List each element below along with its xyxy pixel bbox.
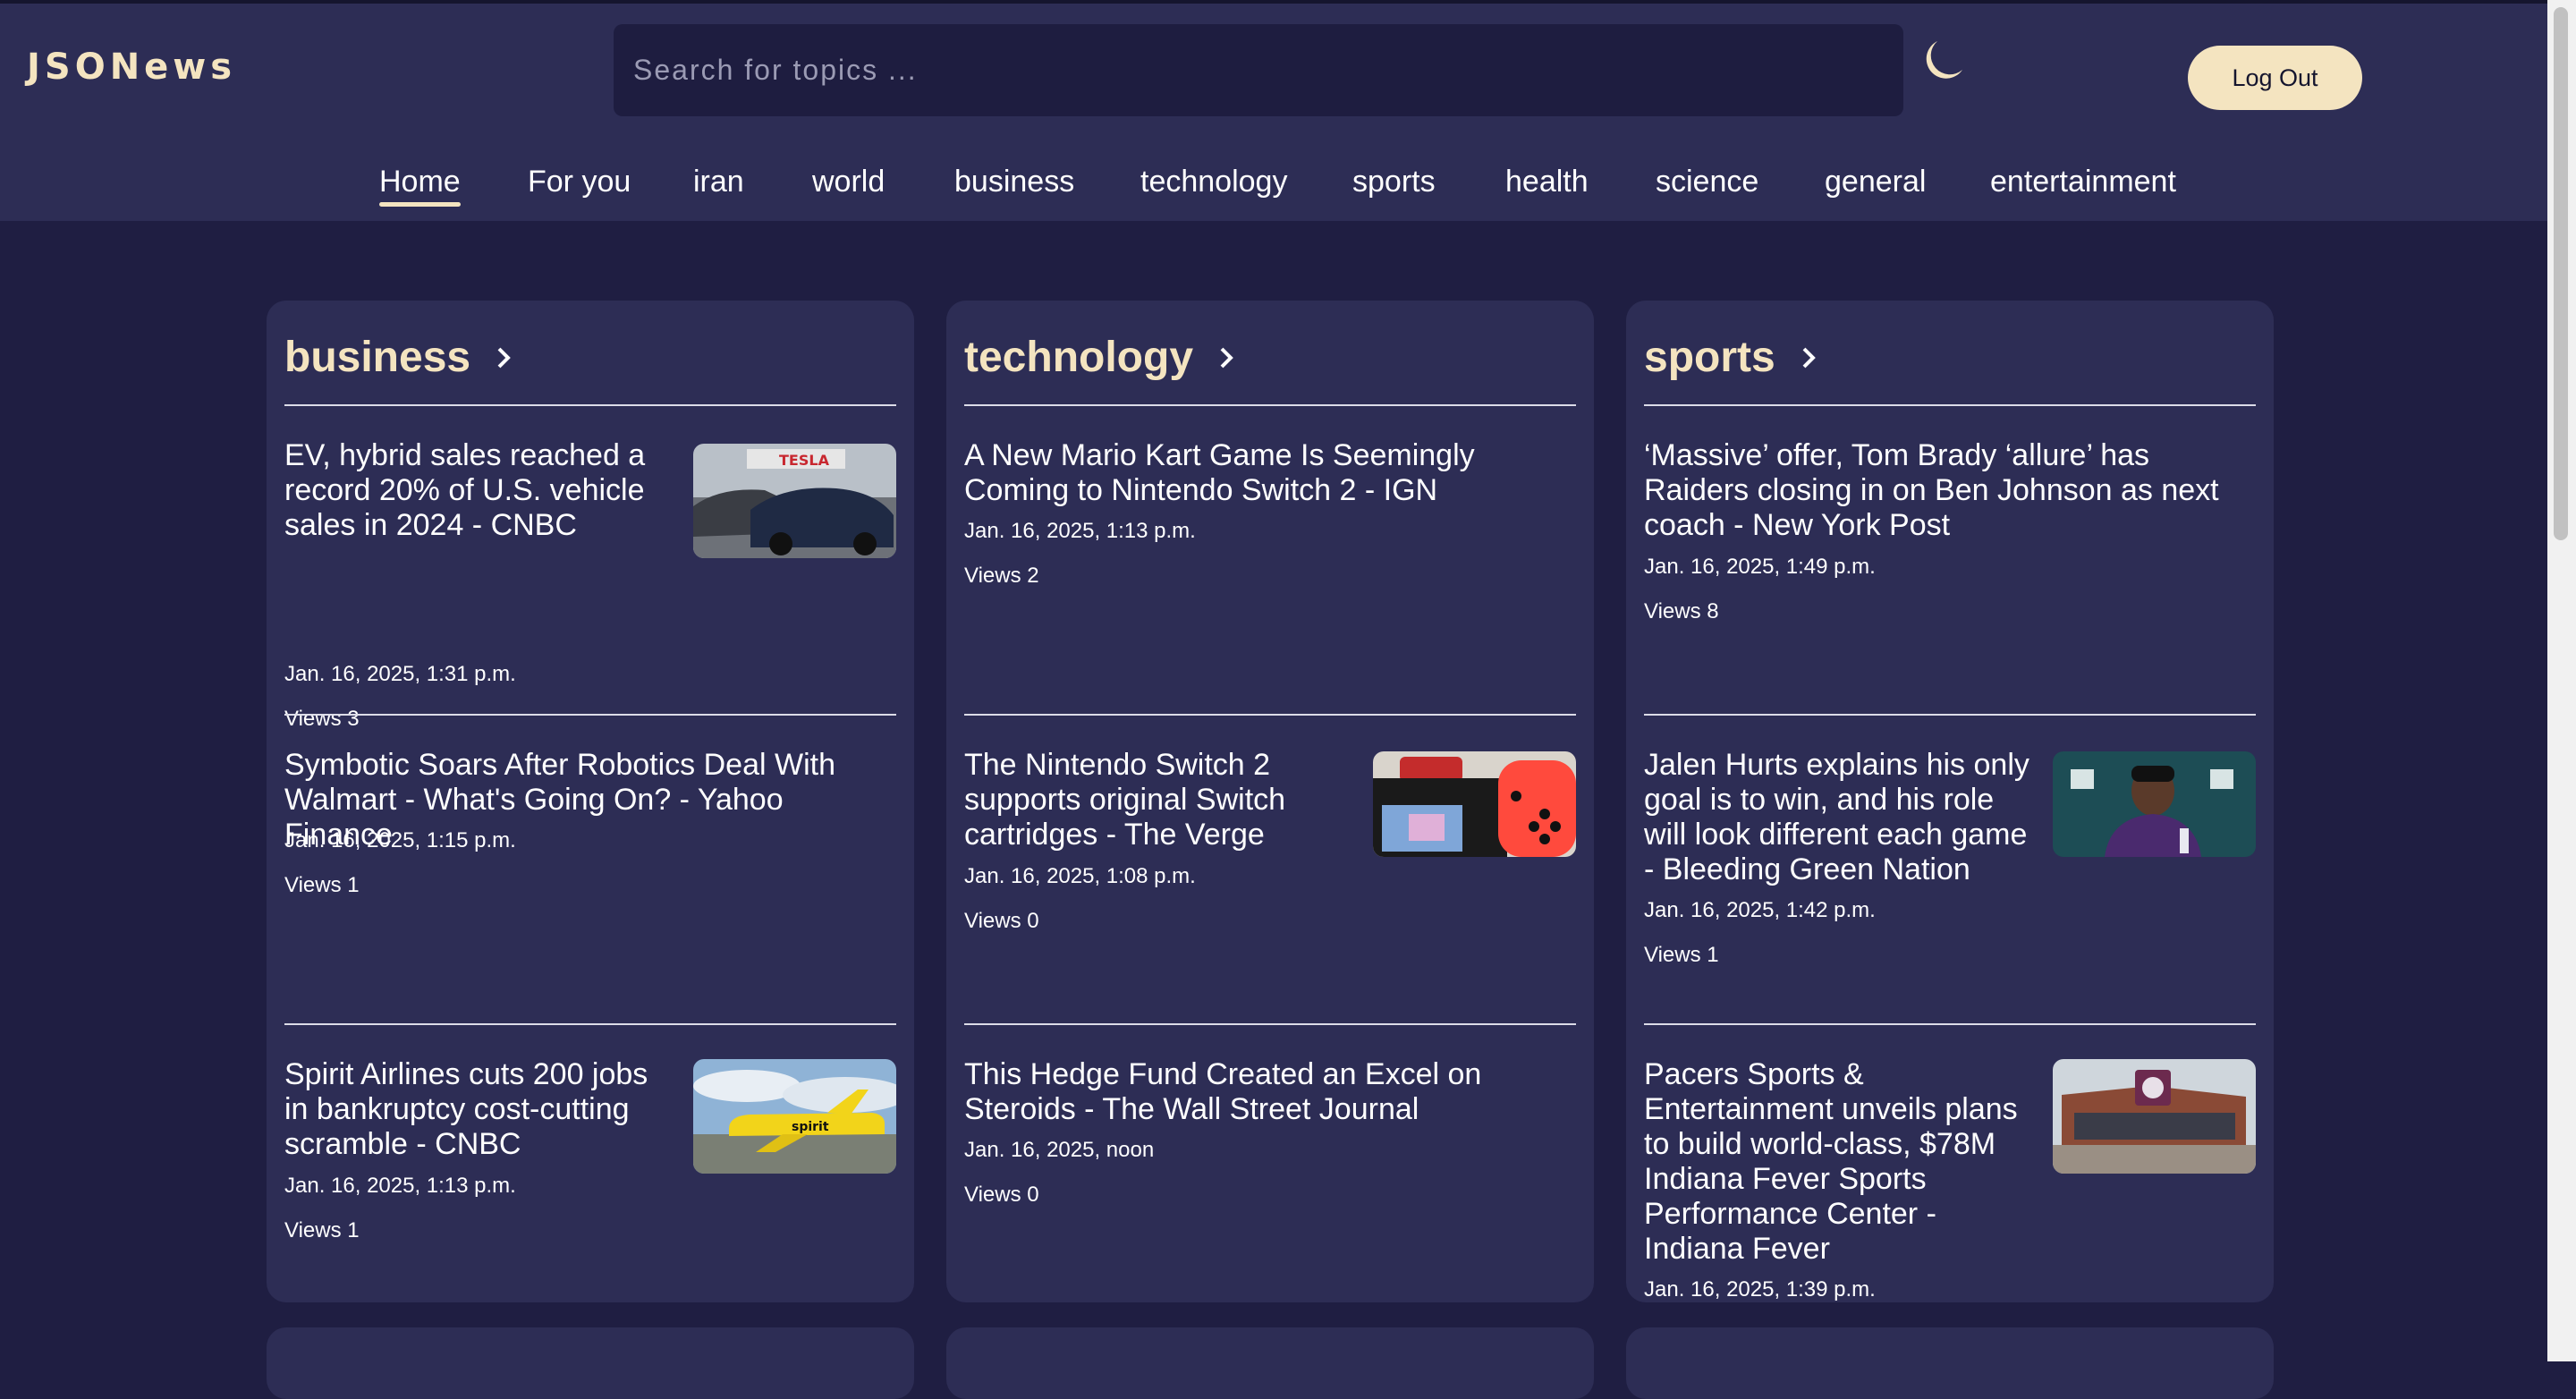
article-views: Views 1 bbox=[284, 873, 360, 897]
article-title[interactable]: A New Mario Kart Game Is Seemingly Comin… bbox=[964, 438, 1576, 508]
nav-item-world[interactable]: world bbox=[812, 165, 885, 199]
article-date: Jan. 16, 2025, 1:13 p.m. bbox=[964, 519, 1196, 543]
article-views: Views 8 bbox=[1644, 599, 1719, 623]
article-date: Jan. 16, 2025, 1:31 p.m. bbox=[284, 662, 516, 686]
article-item[interactable]: This Hedge Fund Created an Excel on Ster… bbox=[964, 1023, 1576, 1302]
article-title[interactable]: EV, hybrid sales reached a record 20% of… bbox=[284, 438, 678, 543]
article-date: Jan. 16, 2025, 1:08 p.m. bbox=[964, 864, 1196, 888]
article-date: Jan. 16, 2025, noon bbox=[964, 1138, 1155, 1162]
article-divider bbox=[964, 714, 1576, 716]
search-input[interactable] bbox=[614, 24, 1903, 116]
svg-text:spirit: spirit bbox=[792, 1120, 829, 1134]
section-card-technology: technology A New Mario Kart Game Is Seem… bbox=[946, 301, 1594, 1302]
moon-icon[interactable] bbox=[1919, 38, 1968, 86]
article-views: Views 1 bbox=[284, 1218, 360, 1242]
top-bar: JSONews Log Out Home For you iran world … bbox=[0, 0, 2547, 221]
article-title[interactable]: ‘Massive’ offer, Tom Brady ‘allure’ has … bbox=[1644, 438, 2256, 543]
chevron-right-icon[interactable] bbox=[490, 344, 517, 371]
nav-item-health[interactable]: health bbox=[1505, 165, 1589, 199]
article-date: Jan. 16, 2025, 1:39 p.m. bbox=[1644, 1277, 1876, 1301]
article-divider bbox=[1644, 714, 2256, 716]
nintendo-switch-photo[interactable] bbox=[1373, 751, 1576, 857]
article-date: Jan. 16, 2025, 1:42 p.m. bbox=[1644, 898, 1876, 922]
svg-text:TESLA: TESLA bbox=[779, 452, 830, 469]
section-card-business: business EV, hybrid sales reached a reco… bbox=[267, 301, 914, 1302]
article-item[interactable]: Pacers Sports & Entertainment unveils pl… bbox=[1644, 1023, 2256, 1302]
article-title[interactable]: Jalen Hurts explains his only goal is to… bbox=[1644, 748, 2038, 887]
article-views: Views 1 bbox=[1644, 943, 1719, 967]
article-divider bbox=[284, 714, 896, 716]
article-views: Views 0 bbox=[964, 909, 1039, 933]
section-header[interactable]: technology bbox=[964, 333, 1240, 382]
article-title[interactable]: The Nintendo Switch 2 supports original … bbox=[964, 748, 1358, 852]
top-edge bbox=[0, 0, 2547, 4]
section-header[interactable]: business bbox=[284, 333, 517, 382]
nav-item-technology[interactable]: technology bbox=[1140, 165, 1287, 199]
article-item[interactable]: Jalen Hurts explains his only goal is to… bbox=[1644, 714, 2256, 1023]
article-date: Jan. 16, 2025, 1:15 p.m. bbox=[284, 828, 516, 852]
chevron-right-icon[interactable] bbox=[1795, 344, 1822, 371]
article-item[interactable]: The Nintendo Switch 2 supports original … bbox=[964, 714, 1576, 1023]
press-conference-photo[interactable] bbox=[2053, 751, 2256, 857]
nav-item-home[interactable]: Home bbox=[379, 165, 461, 207]
nav-item-general[interactable]: general bbox=[1825, 165, 1926, 199]
spirit-airplane-photo[interactable]: spirit bbox=[693, 1059, 896, 1174]
section-title[interactable]: business bbox=[284, 333, 470, 382]
article-item[interactable]: Symbotic Soars After Robotics Deal With … bbox=[284, 714, 896, 1023]
tesla-cars-photo[interactable]: TESLA bbox=[693, 444, 896, 558]
article-date: Jan. 16, 2025, 1:13 p.m. bbox=[284, 1174, 516, 1198]
section-card-next bbox=[1626, 1327, 2274, 1399]
section-card-next bbox=[946, 1327, 1594, 1399]
nav-item-science[interactable]: science bbox=[1656, 165, 1758, 199]
article-item[interactable]: A New Mario Kart Game Is Seemingly Comin… bbox=[964, 404, 1576, 714]
article-title[interactable]: This Hedge Fund Created an Excel on Ster… bbox=[964, 1057, 1576, 1127]
article-divider bbox=[284, 1023, 896, 1025]
article-divider bbox=[1644, 1023, 2256, 1025]
article-item[interactable]: Spirit Airlines cuts 200 jobs in bankrup… bbox=[284, 1023, 896, 1302]
nav-item-business[interactable]: business bbox=[954, 165, 1074, 199]
section-title[interactable]: sports bbox=[1644, 333, 1775, 382]
section-header[interactable]: sports bbox=[1644, 333, 1822, 382]
section-card-sports: sports ‘Massive’ offer, Tom Brady ‘allur… bbox=[1626, 301, 2274, 1302]
article-date: Jan. 16, 2025, 1:49 p.m. bbox=[1644, 555, 1876, 579]
chevron-right-icon[interactable] bbox=[1213, 344, 1240, 371]
nav-item-entertainment[interactable]: entertainment bbox=[1990, 165, 2176, 199]
article-views: Views 2 bbox=[964, 564, 1039, 588]
nav-item-for-you[interactable]: For you bbox=[528, 165, 631, 199]
nav-item-iran[interactable]: iran bbox=[693, 165, 744, 199]
scrollbar-thumb[interactable] bbox=[2554, 7, 2568, 540]
nav-item-sports[interactable]: sports bbox=[1352, 165, 1436, 199]
section-card-next bbox=[267, 1327, 914, 1399]
logout-button[interactable]: Log Out bbox=[2188, 46, 2362, 110]
section-title[interactable]: technology bbox=[964, 333, 1193, 382]
arena-building-photo[interactable] bbox=[2053, 1059, 2256, 1174]
category-nav: Home For you iran world business technol… bbox=[0, 165, 2547, 209]
article-item[interactable]: ‘Massive’ offer, Tom Brady ‘allure’ has … bbox=[1644, 404, 2256, 714]
site-logo[interactable]: JSONews bbox=[27, 47, 236, 88]
article-divider bbox=[964, 1023, 1576, 1025]
article-item[interactable]: EV, hybrid sales reached a record 20% of… bbox=[284, 404, 896, 731]
article-title[interactable]: Spirit Airlines cuts 200 jobs in bankrup… bbox=[284, 1057, 678, 1162]
article-title[interactable]: Pacers Sports & Entertainment unveils pl… bbox=[1644, 1057, 2038, 1267]
article-views: Views 0 bbox=[964, 1183, 1039, 1207]
